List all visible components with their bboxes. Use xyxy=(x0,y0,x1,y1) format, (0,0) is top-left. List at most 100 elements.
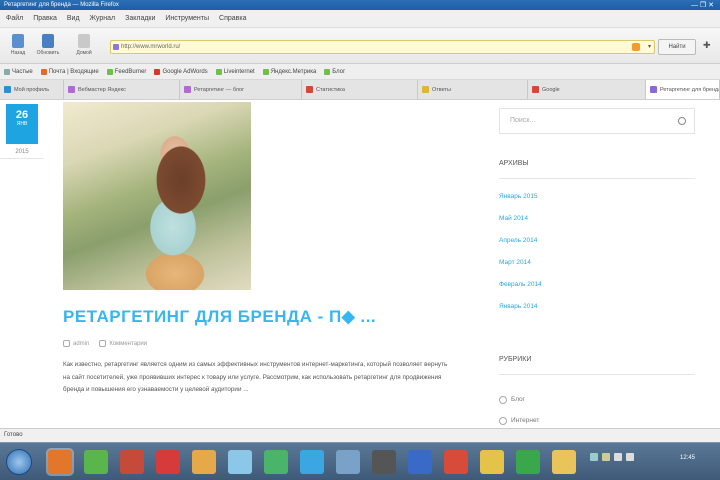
category-icon xyxy=(499,416,507,425)
reload-icon xyxy=(42,34,54,48)
divider xyxy=(499,178,695,179)
tray-icon[interactable] xyxy=(590,453,598,461)
menu-item[interactable]: Вид xyxy=(67,15,80,22)
bookmark-label: Liveinternet xyxy=(223,68,255,75)
app-icon-13[interactable] xyxy=(480,450,504,474)
app-icon-10[interactable] xyxy=(372,450,396,474)
post-author[interactable]: admin xyxy=(63,340,89,347)
search-icon[interactable] xyxy=(678,117,686,125)
browser-tab[interactable]: Статистика xyxy=(302,80,418,99)
folder-icon[interactable] xyxy=(552,450,576,474)
tab-label: Ретаргетинг — блог xyxy=(194,86,245,93)
menu-item[interactable]: Справка xyxy=(219,15,246,22)
bookmark-label: Яндекс.Метрика xyxy=(270,68,317,75)
archive-link[interactable]: Январь 2014 xyxy=(499,302,542,324)
browser-tab[interactable]: Ответы xyxy=(418,80,528,99)
tab-favicon-icon xyxy=(532,86,539,93)
bookmark-label: Google AdWords xyxy=(162,68,208,75)
divider xyxy=(499,374,695,375)
menu-item[interactable]: Инструменты xyxy=(165,15,209,22)
bookmark-favicon-icon xyxy=(154,68,161,75)
app-icon-11[interactable] xyxy=(408,450,432,474)
bookmark-item[interactable]: Google AdWords xyxy=(154,68,208,75)
post-comments-label: Комментарии xyxy=(109,340,148,347)
tab-label: Статистика xyxy=(316,86,345,93)
search-input[interactable]: Поиск... xyxy=(499,108,695,134)
tab-favicon-icon xyxy=(4,86,11,93)
skype-icon[interactable] xyxy=(300,450,324,474)
rss-icon[interactable] xyxy=(632,43,640,51)
browser-tab[interactable]: Ретаргетинг — блог xyxy=(180,80,302,99)
bookmark-favicon-icon xyxy=(262,68,269,75)
post-day: 26 xyxy=(15,109,29,121)
bookmark-label: Частые xyxy=(12,68,33,75)
bookmark-item[interactable]: Блог xyxy=(324,68,345,75)
app-icon-9[interactable] xyxy=(336,450,360,474)
app-icon-4[interactable] xyxy=(156,450,180,474)
bookmark-label: FeedBurner xyxy=(114,68,147,75)
menu-item[interactable]: Журнал xyxy=(90,15,116,22)
start-button[interactable] xyxy=(6,449,32,475)
bookmark-item[interactable]: FeedBurner xyxy=(106,68,147,75)
menu-item[interactable]: Файл xyxy=(6,15,23,22)
browser-tab[interactable]: Мой профиль xyxy=(0,80,64,99)
volume-icon[interactable] xyxy=(626,453,634,461)
address-bar[interactable]: http://www.mrworld.ru/ ▾ xyxy=(110,40,655,54)
site-favicon-icon xyxy=(113,44,119,50)
app-icon-6[interactable] xyxy=(228,450,252,474)
bookmark-item[interactable]: Яндекс.Метрика xyxy=(262,68,317,75)
tab-favicon-icon xyxy=(306,86,313,93)
menu-item[interactable]: Закладки xyxy=(125,15,155,22)
browser-tab[interactable]: Google xyxy=(528,80,646,99)
app-icon-7[interactable] xyxy=(264,450,288,474)
app-icon-5[interactable] xyxy=(192,450,216,474)
reload-label: Обновить xyxy=(36,50,60,56)
network-icon[interactable] xyxy=(614,453,622,461)
bookmark-item[interactable]: Liveinternet xyxy=(215,68,255,75)
home-icon xyxy=(78,34,90,48)
go-button[interactable]: Найти xyxy=(658,39,696,55)
reload-button[interactable]: Обновить xyxy=(34,34,62,60)
category-link[interactable]: Интернет xyxy=(499,410,539,428)
category-link[interactable]: Блог xyxy=(499,389,539,410)
tray-icon[interactable] xyxy=(602,453,610,461)
back-label: Назад xyxy=(10,50,26,56)
post-title-link[interactable]: РЕТАРГЕТИНГ ДЛЯ БРЕНДА - П◆ ... xyxy=(63,307,376,327)
archive-link[interactable]: Март 2014 xyxy=(499,258,542,280)
chevron-down-icon[interactable]: ▾ xyxy=(648,41,651,53)
archive-link[interactable]: Февраль 2014 xyxy=(499,280,542,302)
bookmark-item[interactable]: Частые xyxy=(4,68,33,75)
post-thumbnail-image[interactable] xyxy=(63,102,251,290)
categories-list: Блог Интернет xyxy=(499,389,539,428)
bookmark-item[interactable]: Почта | Входящие xyxy=(40,68,99,75)
app-icon-3[interactable] xyxy=(120,450,144,474)
clock[interactable]: 12:45 xyxy=(680,454,695,462)
home-button[interactable]: Домой xyxy=(70,34,98,60)
tab-label: Мой профиль xyxy=(14,86,50,93)
archive-list: Январь 2015 Май 2014 Апрель 2014 Март 2014 Ф… xyxy=(499,192,542,324)
user-icon xyxy=(63,340,70,347)
back-icon xyxy=(12,34,24,48)
comment-icon xyxy=(99,340,107,347)
archive-link[interactable]: Апрель 2014 xyxy=(499,236,542,258)
post-comments[interactable]: Комментарии xyxy=(99,340,147,347)
tab-label: Google xyxy=(542,86,560,93)
app-icon-12[interactable] xyxy=(444,450,468,474)
address-value: http://www.mrworld.ru/ xyxy=(121,44,181,50)
chrome-icon[interactable] xyxy=(84,450,108,474)
bookmark-favicon-icon xyxy=(40,68,47,75)
menu-item[interactable]: Правка xyxy=(33,15,57,22)
browser-tab[interactable]: Ретаргетинг для бренда xyxy=(646,80,720,99)
window-titlebar: Ретаргетинг для бренда — Mozilla Firefox… xyxy=(0,0,720,10)
archive-widget-title: Архивы xyxy=(499,160,529,167)
app-icon-14[interactable] xyxy=(516,450,540,474)
archive-link[interactable]: Январь 2015 xyxy=(499,192,542,214)
status-text: Готово xyxy=(4,432,23,438)
back-button[interactable]: Назад xyxy=(4,34,32,60)
firefox-icon[interactable] xyxy=(48,450,72,474)
post-month: ЯНВ xyxy=(16,121,28,127)
window-controls[interactable]: — ❐ ✕ xyxy=(691,1,714,10)
puzzle-icon[interactable]: ✚ xyxy=(703,40,711,51)
browser-tab[interactable]: Вебмастер Яндекс xyxy=(64,80,180,99)
archive-link[interactable]: Май 2014 xyxy=(499,214,542,236)
